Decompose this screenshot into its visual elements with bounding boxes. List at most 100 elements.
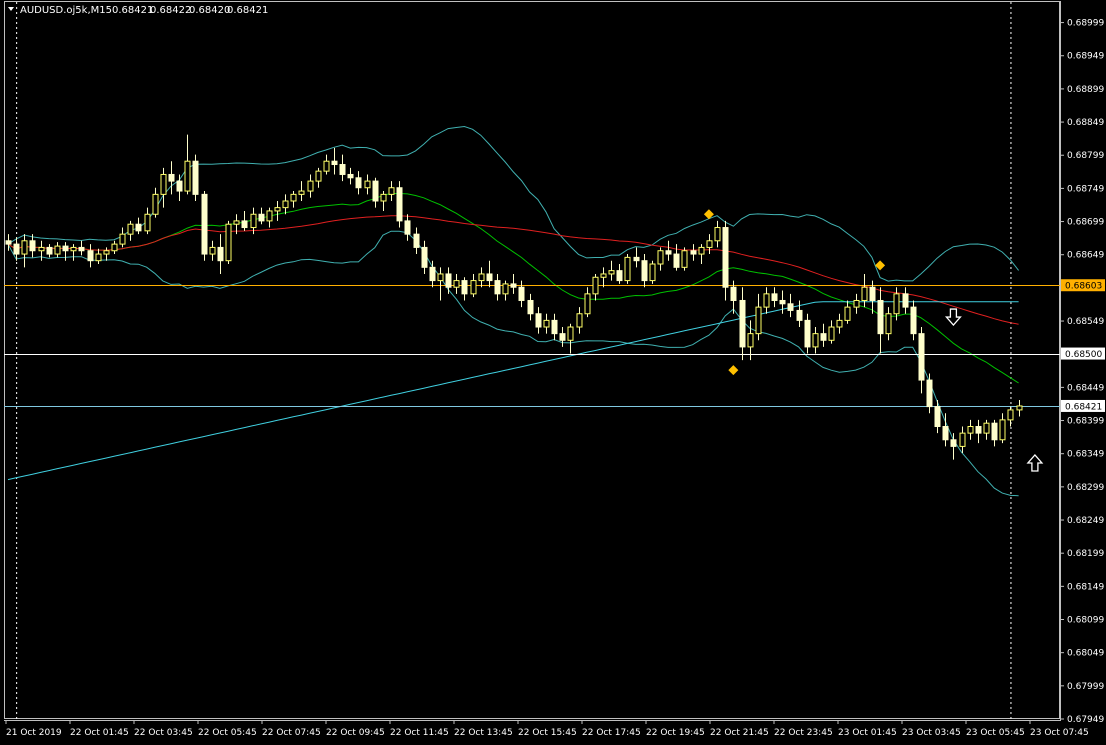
candle-body-bull — [233, 220, 240, 225]
y-tick-label: 0.68199 — [1067, 549, 1104, 559]
candle-body-bear — [201, 193, 208, 255]
x-tick-label: 22 Oct 15:45 — [518, 728, 577, 738]
candle-body-bull — [437, 273, 444, 282]
candle-body-bear — [975, 426, 982, 434]
candle-body-bear — [62, 245, 69, 252]
candle-body-bear — [779, 299, 786, 305]
candle-body-bull — [755, 306, 762, 335]
candle-body-bear — [551, 319, 558, 335]
candle-body-bear — [29, 240, 36, 252]
candle-body-bull — [502, 283, 509, 295]
candle-body-bear — [404, 220, 411, 235]
candle-body-bull — [364, 180, 371, 189]
y-tick-label: 0.68249 — [1067, 516, 1104, 526]
candle-body-bull — [274, 207, 281, 212]
candle-body-bear — [355, 177, 362, 189]
candle-body-bull — [844, 306, 851, 321]
candle-body-bull — [763, 293, 770, 308]
x-tick-label: 22 Oct 13:45 — [454, 728, 513, 738]
candle-body-bull — [453, 280, 460, 288]
candle-body-bull — [266, 210, 273, 222]
candle-body-bear — [641, 260, 648, 282]
candle-body-bear — [13, 243, 20, 255]
candle-body-bull — [657, 250, 664, 265]
candle-body-bull — [282, 200, 289, 209]
y-tick-label: 0.68749 — [1067, 184, 1104, 194]
header-high: 0.68422 — [150, 5, 191, 16]
chart-window[interactable]: 0.68999 0.68949 0.68899 0.68849 0.68799 0.687… — [0, 0, 1106, 745]
candle-body-bull — [478, 273, 485, 282]
x-tick-label: 21 Oct 2019 — [6, 728, 62, 738]
candle-body-bear — [5, 240, 12, 245]
candle-body-bull — [70, 246, 77, 252]
candle-body-bull — [812, 333, 819, 348]
candle-body-bear — [87, 250, 94, 262]
candle-body-bull — [885, 313, 892, 335]
x-tick-label: 22 Oct 03:45 — [134, 728, 193, 738]
candle-body-bull — [624, 256, 631, 282]
candle-body-bear — [665, 250, 672, 255]
candle-body-bear — [192, 160, 199, 195]
candle-body-bull — [21, 240, 28, 255]
candle-body-bear — [739, 299, 746, 348]
candle-body-bear — [461, 280, 468, 295]
candle-body-bear — [429, 266, 436, 282]
candle-body-bull — [592, 276, 599, 295]
candle-body-bear — [445, 273, 452, 288]
candle-body-bull — [1016, 405, 1023, 411]
candle-body-bull — [323, 160, 330, 172]
candle-body-bull — [119, 233, 126, 245]
y-tick-label: 0.68999 — [1067, 19, 1104, 29]
candle-body-bear — [633, 256, 640, 262]
candle-body-bear — [535, 313, 542, 328]
candle-body-bull — [999, 419, 1006, 441]
header-open: 0.68421 — [112, 5, 153, 16]
candle-body-bull — [380, 193, 387, 202]
candle — [225, 220, 232, 265]
chart-canvas[interactable]: 0.68999 0.68949 0.68899 0.68849 0.68799 0.687… — [0, 0, 1106, 745]
candle-body-bull — [470, 280, 477, 295]
candle-body-bear — [730, 286, 737, 301]
candle-body-bull — [95, 253, 102, 262]
candle-body-bear — [820, 333, 827, 341]
x-tick-label: 22 Oct 19:45 — [646, 728, 705, 738]
chart-background — [0, 0, 1106, 745]
candle-body-bull — [290, 193, 297, 202]
candle-body-bull — [127, 223, 134, 235]
candle — [192, 154, 199, 201]
candle-body-bull — [649, 263, 656, 282]
candle-body-bear — [176, 180, 183, 192]
price-label-level-orange: 0.68603 — [1065, 282, 1102, 292]
x-tick-label: 23 Oct 01:45 — [838, 728, 897, 738]
candle-body-bull — [714, 227, 721, 242]
candle-body-bear — [494, 280, 501, 295]
candle-body-bull — [983, 422, 990, 434]
candle-body-bear — [804, 319, 811, 348]
y-tick-label: 0.67999 — [1067, 682, 1104, 692]
candle-body-bear — [78, 246, 85, 252]
x-tick-label: 22 Oct 09:45 — [326, 728, 385, 738]
y-tick-label: 0.68099 — [1067, 616, 1104, 626]
x-tick-label: 23 Oct 05:45 — [966, 728, 1025, 738]
candle — [649, 260, 656, 284]
candle-body-bull — [543, 319, 550, 328]
candle-body-bear — [902, 293, 909, 308]
candle-body-bull — [828, 326, 835, 341]
candle-body-bull — [681, 250, 688, 268]
candle-body-bull — [567, 326, 574, 341]
price-label-bid: 0.68421 — [1065, 402, 1102, 412]
candle-body-bull — [893, 293, 900, 315]
candle-body-bull — [1007, 409, 1014, 421]
candle-body-bear — [413, 233, 420, 248]
candle-body-bull — [747, 333, 754, 348]
candle — [201, 191, 208, 261]
candle-body-bear — [690, 250, 697, 255]
candle-body-bull — [853, 299, 860, 308]
candle-body-bull — [967, 426, 974, 434]
candle-body-bear — [787, 303, 794, 311]
candle — [396, 181, 403, 228]
candle-body-bear — [722, 227, 729, 288]
candle-body-bull — [315, 170, 322, 182]
candle-body-bear — [217, 246, 224, 262]
x-tick-label: 22 Oct 21:45 — [710, 728, 769, 738]
